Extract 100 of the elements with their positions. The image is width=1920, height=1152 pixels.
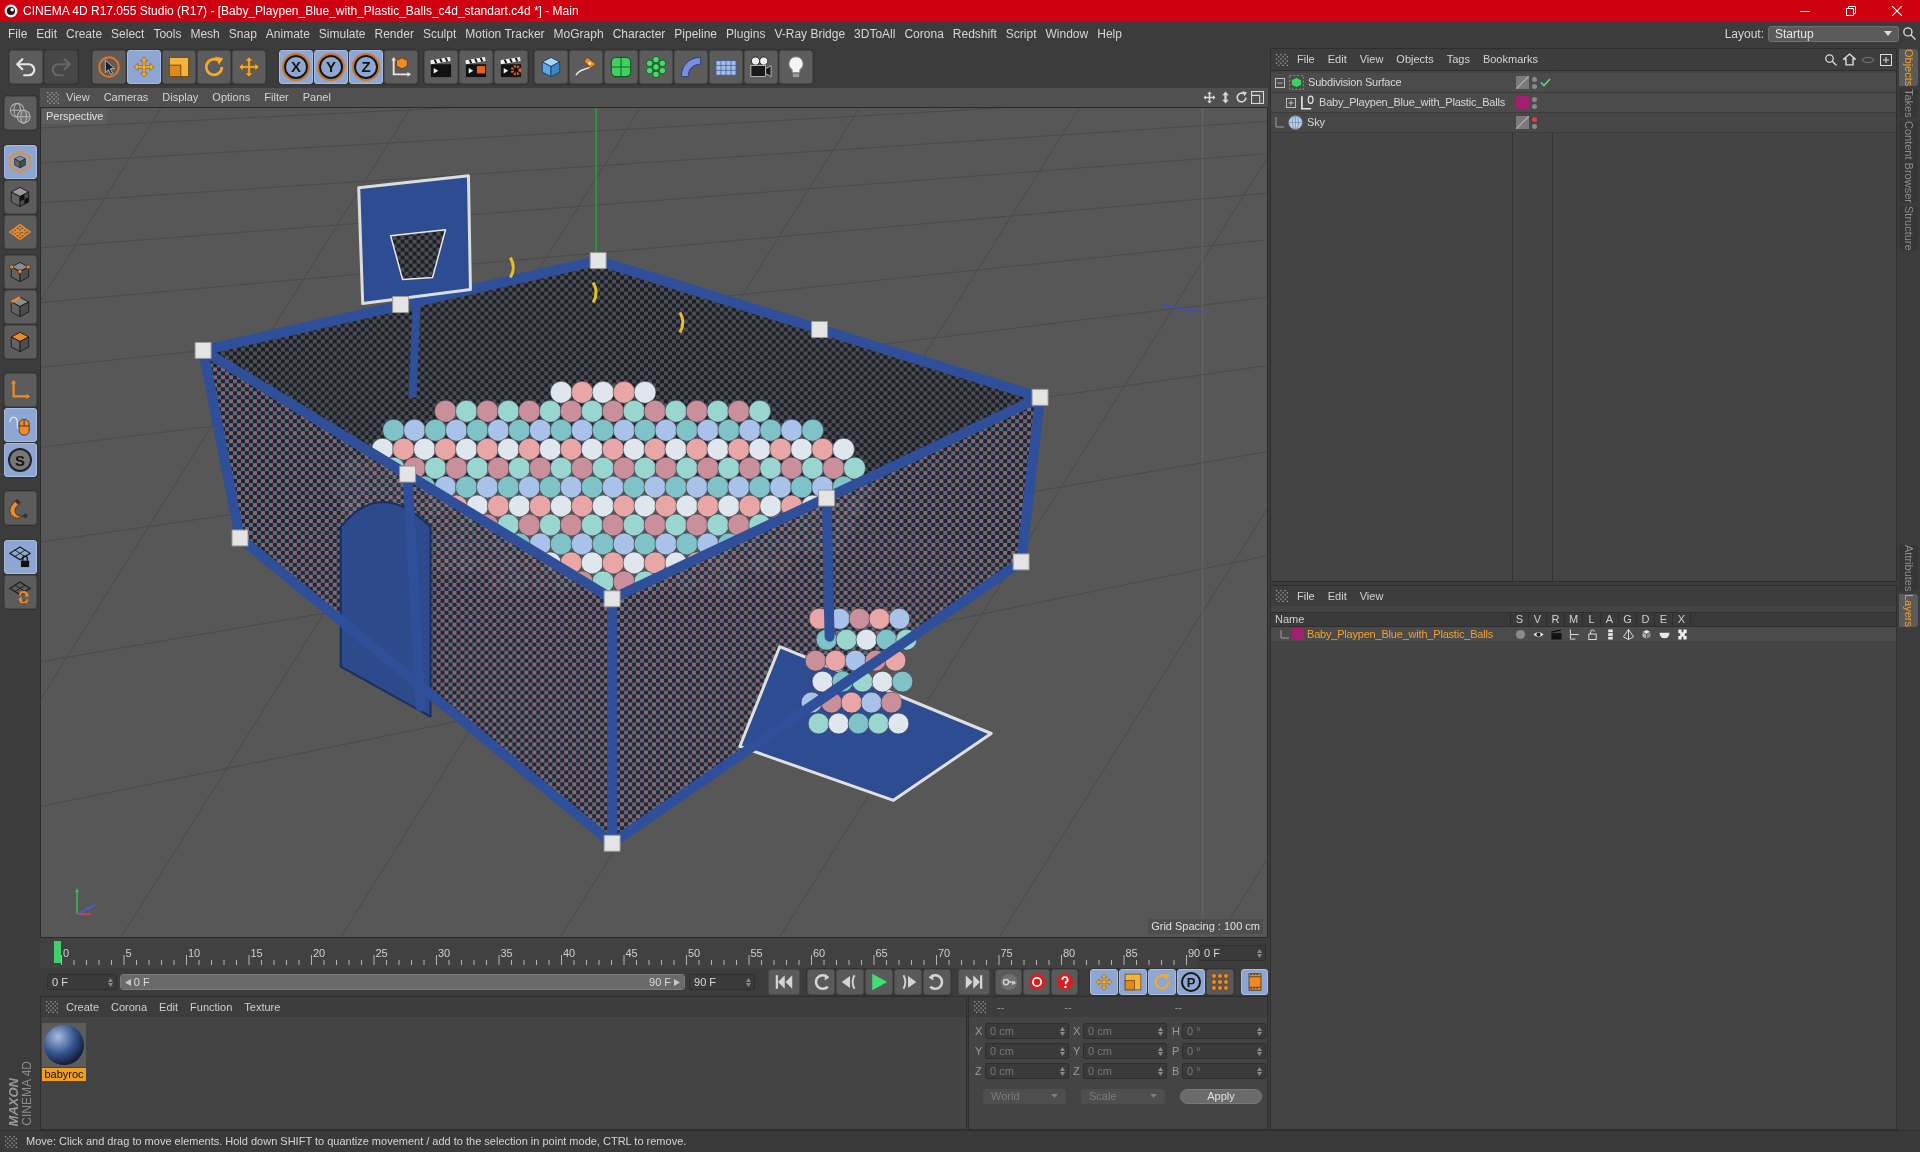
scale-tool-button[interactable] — [162, 49, 196, 84]
x-axis-button[interactable]: X — [279, 49, 313, 84]
apply-button[interactable]: Apply — [1180, 1088, 1262, 1104]
menu-item[interactable]: View — [1359, 587, 1384, 605]
menu-item[interactable]: Animate — [265, 24, 310, 43]
menu-item[interactable]: Edit — [159, 998, 179, 1016]
last-tool-button[interactable] — [232, 49, 266, 84]
menu-item[interactable]: Plugins — [726, 24, 766, 43]
menu-item[interactable]: Sculpt — [422, 24, 457, 43]
menu-item[interactable]: Objects — [1396, 51, 1434, 68]
play-button[interactable] — [865, 969, 894, 995]
menu-item[interactable]: 3DToAll — [854, 24, 896, 43]
undo-button[interactable] — [9, 49, 43, 84]
next-frame-button[interactable] — [894, 969, 923, 995]
menu-item[interactable]: Motion Tracker — [465, 24, 545, 43]
current-frame-field[interactable]: 0 F — [1199, 945, 1266, 961]
menu-item[interactable]: Edit — [1327, 587, 1347, 605]
menu-item[interactable]: Options — [212, 89, 251, 106]
menu-item[interactable]: File — [1297, 51, 1315, 68]
subdivision-button[interactable] — [604, 49, 638, 84]
menu-item[interactable]: Panel — [302, 89, 331, 106]
next-key-button[interactable] — [923, 969, 952, 995]
cube-button[interactable] — [534, 49, 568, 84]
menu-item[interactable]: Function — [190, 998, 233, 1016]
move-tool-button[interactable] — [127, 49, 161, 84]
coordinate-system-button[interactable] — [384, 49, 418, 84]
menu-item[interactable]: Display — [162, 89, 199, 106]
key-parameter-button[interactable]: P — [1177, 969, 1206, 995]
select-tool-button[interactable] — [92, 49, 126, 84]
floor-button[interactable] — [709, 49, 743, 84]
menu-item[interactable]: Corona — [904, 24, 944, 43]
layer-name[interactable]: Baby_Playpen_Blue_with_Plastic_Balls — [1307, 627, 1494, 641]
panel-tab[interactable]: Structure — [1899, 206, 1918, 251]
menu-item[interactable]: File — [8, 24, 28, 43]
autokey-button[interactable] — [1023, 969, 1051, 995]
menu-item[interactable]: V-Ray Bridge — [774, 24, 846, 43]
workplane-align-button[interactable] — [3, 575, 37, 609]
menu-item[interactable]: Simulate — [318, 24, 366, 43]
model-mode-button[interactable] — [3, 145, 37, 179]
key-position-button[interactable] — [1090, 969, 1119, 995]
layout-dropdown[interactable]: Startup — [1768, 25, 1899, 42]
menu-item[interactable]: Snap — [228, 24, 257, 43]
points-mode-button[interactable] — [3, 255, 37, 289]
pen-button[interactable] — [569, 49, 603, 84]
rotate-tool-button[interactable] — [197, 49, 231, 84]
menu-item[interactable]: Redshift — [952, 24, 997, 43]
key-points-button[interactable] — [1206, 969, 1235, 995]
menu-item[interactable]: Create — [66, 998, 100, 1016]
timeline-button[interactable] — [1241, 969, 1268, 995]
render-view-button[interactable] — [424, 49, 458, 84]
previous-key-button[interactable] — [807, 969, 836, 995]
end-frame-field[interactable]: 90 F — [689, 974, 756, 990]
z-axis-button[interactable]: Z — [349, 49, 383, 84]
menu-item[interactable]: Tools — [153, 24, 182, 43]
frame-range-slider[interactable]: 0 F 90 F — [119, 974, 686, 990]
menu-item[interactable]: Select — [111, 24, 145, 43]
key-rotation-button[interactable] — [1148, 969, 1177, 995]
object-name[interactable]: Subdivision Surface — [1308, 74, 1402, 91]
object-name[interactable]: Sky — [1307, 114, 1325, 131]
light-button[interactable] — [779, 49, 813, 84]
record-button[interactable] — [995, 969, 1023, 995]
solo-button[interactable]: S — [3, 443, 37, 477]
material-name[interactable]: babyroc — [42, 1068, 86, 1081]
start-frame-field[interactable]: 0 F — [47, 974, 117, 990]
workplane-lock-button[interactable] — [3, 540, 37, 574]
menu-item[interactable]: Mesh — [190, 24, 220, 43]
panel-tab[interactable]: Content Browser — [1899, 121, 1918, 203]
menu-item[interactable]: Render — [374, 24, 414, 43]
make-editable-button[interactable] — [3, 96, 37, 130]
texture-mode-button[interactable] — [3, 180, 37, 214]
material-thumbnail[interactable] — [42, 1023, 86, 1067]
menu-item[interactable]: MoGraph — [553, 24, 604, 43]
menu-item[interactable]: Pipeline — [674, 24, 718, 43]
camera-button[interactable] — [744, 49, 778, 84]
menu-item[interactable]: Texture — [244, 998, 281, 1016]
menu-item[interactable]: Edit — [36, 24, 58, 43]
menu-item[interactable]: Edit — [1327, 51, 1347, 68]
key-scale-button[interactable] — [1119, 969, 1148, 995]
panel-tab[interactable]: Attributes — [1899, 544, 1918, 592]
tweak-mode-button[interactable] — [3, 408, 37, 442]
menu-item[interactable]: Filter — [264, 89, 289, 106]
menu-item[interactable]: Corona — [111, 998, 148, 1016]
polygons-mode-button[interactable] — [3, 325, 37, 359]
render-button[interactable] — [459, 49, 493, 84]
panel-tab[interactable]: Takes — [1899, 89, 1918, 119]
menu-item[interactable]: View — [66, 89, 90, 106]
menu-item[interactable]: Cameras — [103, 89, 149, 106]
workplane-mode-button[interactable] — [3, 215, 37, 249]
menu-item[interactable]: Window — [1045, 24, 1089, 43]
menu-item[interactable]: View — [1359, 51, 1384, 68]
menu-item[interactable]: Bookmarks — [1482, 51, 1538, 68]
object-name[interactable]: Baby_Playpen_Blue_with_Plastic_Balls — [1319, 94, 1506, 111]
playhead-marker[interactable] — [54, 941, 61, 963]
render-settings-button[interactable] — [494, 49, 528, 84]
deformer-button[interactable] — [674, 49, 708, 84]
previous-frame-button[interactable] — [836, 969, 865, 995]
edges-mode-button[interactable] — [3, 290, 37, 324]
y-axis-button[interactable]: Y — [314, 49, 348, 84]
menu-item[interactable]: Tags — [1446, 51, 1470, 68]
menu-item[interactable]: Character — [612, 24, 666, 43]
